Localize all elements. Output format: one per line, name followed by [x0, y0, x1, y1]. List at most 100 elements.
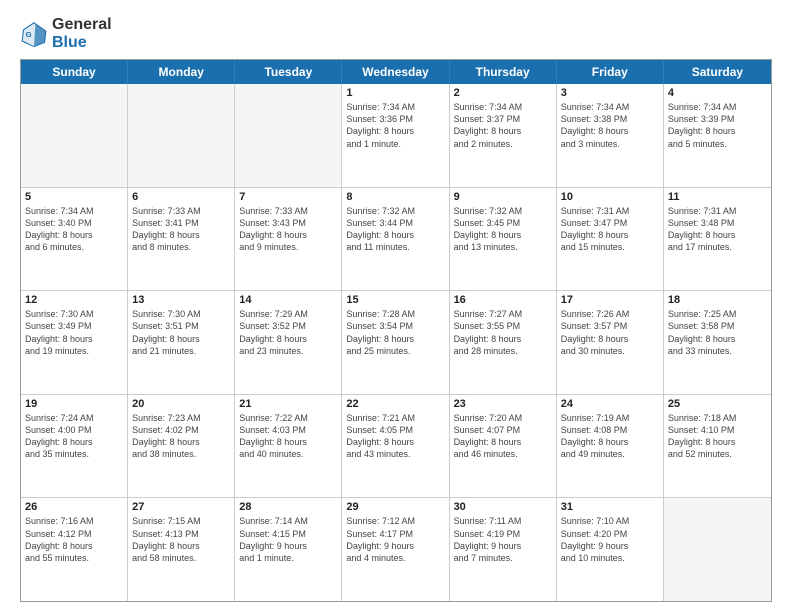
- day-number: 12: [25, 294, 123, 306]
- week-row-1: 1 Sunrise: 7:34 AM Sunset: 3:36 PM Daylig…: [21, 84, 771, 188]
- day-cell-15: 15 Sunrise: 7:28 AM Sunset: 3:54 PM Dayli…: [342, 291, 449, 394]
- day-info: Sunrise: 7:12 AM Sunset: 4:17 PM Dayligh…: [346, 515, 444, 564]
- day-info: Sunrise: 7:31 AM Sunset: 3:48 PM Dayligh…: [668, 205, 767, 254]
- calendar-body: 1 Sunrise: 7:34 AM Sunset: 3:36 PM Daylig…: [21, 84, 771, 601]
- day-number: 4: [668, 87, 767, 99]
- week-row-2: 5 Sunrise: 7:34 AM Sunset: 3:40 PM Daylig…: [21, 188, 771, 292]
- day-info: Sunrise: 7:29 AM Sunset: 3:52 PM Dayligh…: [239, 308, 337, 357]
- day-info: Sunrise: 7:28 AM Sunset: 3:54 PM Dayligh…: [346, 308, 444, 357]
- day-cell-31: 31 Sunrise: 7:10 AM Sunset: 4:20 PM Dayli…: [557, 498, 664, 601]
- header-day-thursday: Thursday: [450, 60, 557, 84]
- day-info: Sunrise: 7:16 AM Sunset: 4:12 PM Dayligh…: [25, 515, 123, 564]
- day-cell-3: 3 Sunrise: 7:34 AM Sunset: 3:38 PM Daylig…: [557, 84, 664, 187]
- week-row-3: 12 Sunrise: 7:30 AM Sunset: 3:49 PM Dayli…: [21, 291, 771, 395]
- empty-cell: [235, 84, 342, 187]
- day-cell-26: 26Sunrise: 7:16 AM Sunset: 4:12 PM Dayli…: [21, 498, 128, 601]
- empty-cell: [664, 498, 771, 601]
- day-info: Sunrise: 7:34 AM Sunset: 3:39 PM Dayligh…: [668, 101, 767, 150]
- day-cell-8: 8 Sunrise: 7:32 AM Sunset: 3:44 PM Daylig…: [342, 188, 449, 291]
- day-info: Sunrise: 7:32 AM Sunset: 3:44 PM Dayligh…: [346, 205, 444, 254]
- day-number: 21: [239, 398, 337, 410]
- day-number: 14: [239, 294, 337, 306]
- day-number: 13: [132, 294, 230, 306]
- day-number: 19: [25, 398, 123, 410]
- day-cell-22: 22 Sunrise: 7:21 AM Sunset: 4:05 PM Dayli…: [342, 395, 449, 498]
- day-number: 2: [454, 87, 552, 99]
- header-day-sunday: Sunday: [21, 60, 128, 84]
- day-cell-20: 20Sunrise: 7:23 AM Sunset: 4:02 PM Dayli…: [128, 395, 235, 498]
- day-info: Sunrise: 7:24 AM Sunset: 4:00 PM Dayligh…: [25, 412, 123, 461]
- day-number: 29: [346, 501, 444, 513]
- day-cell-23: 23Sunrise: 7:20 AM Sunset: 4:07 PM Dayli…: [450, 395, 557, 498]
- day-info: Sunrise: 7:21 AM Sunset: 4:05 PM Dayligh…: [346, 412, 444, 461]
- day-cell-29: 29 Sunrise: 7:12 AM Sunset: 4:17 PM Dayli…: [342, 498, 449, 601]
- day-cell-14: 14 Sunrise: 7:29 AM Sunset: 3:52 PM Dayli…: [235, 291, 342, 394]
- header-day-monday: Monday: [128, 60, 235, 84]
- day-cell-21: 21 Sunrise: 7:22 AM Sunset: 4:03 PM Dayli…: [235, 395, 342, 498]
- day-cell-27: 27Sunrise: 7:15 AM Sunset: 4:13 PM Dayli…: [128, 498, 235, 601]
- day-number: 17: [561, 294, 659, 306]
- day-info: Sunrise: 7:19 AM Sunset: 4:08 PM Dayligh…: [561, 412, 659, 461]
- day-info: Sunrise: 7:30 AM Sunset: 3:49 PM Dayligh…: [25, 308, 123, 357]
- day-cell-10: 10Sunrise: 7:31 AM Sunset: 3:47 PM Dayli…: [557, 188, 664, 291]
- day-number: 11: [668, 191, 767, 203]
- week-row-4: 19 Sunrise: 7:24 AM Sunset: 4:00 PM Dayli…: [21, 395, 771, 499]
- day-number: 28: [239, 501, 337, 513]
- day-number: 24: [561, 398, 659, 410]
- logo-icon: G: [20, 20, 48, 48]
- day-info: Sunrise: 7:15 AM Sunset: 4:13 PM Dayligh…: [132, 515, 230, 564]
- day-info: Sunrise: 7:25 AM Sunset: 3:58 PM Dayligh…: [668, 308, 767, 357]
- day-info: Sunrise: 7:11 AM Sunset: 4:19 PM Dayligh…: [454, 515, 552, 564]
- day-cell-16: 16Sunrise: 7:27 AM Sunset: 3:55 PM Dayli…: [450, 291, 557, 394]
- day-info: Sunrise: 7:14 AM Sunset: 4:15 PM Dayligh…: [239, 515, 337, 564]
- empty-cell: [21, 84, 128, 187]
- day-info: Sunrise: 7:22 AM Sunset: 4:03 PM Dayligh…: [239, 412, 337, 461]
- day-number: 5: [25, 191, 123, 203]
- day-info: Sunrise: 7:34 AM Sunset: 3:36 PM Dayligh…: [346, 101, 444, 150]
- day-info: Sunrise: 7:34 AM Sunset: 3:40 PM Dayligh…: [25, 205, 123, 254]
- day-number: 30: [454, 501, 552, 513]
- day-info: Sunrise: 7:30 AM Sunset: 3:51 PM Dayligh…: [132, 308, 230, 357]
- day-number: 9: [454, 191, 552, 203]
- header-day-saturday: Saturday: [664, 60, 771, 84]
- logo: G General Blue: [20, 16, 112, 51]
- day-info: Sunrise: 7:27 AM Sunset: 3:55 PM Dayligh…: [454, 308, 552, 357]
- calendar-header: SundayMondayTuesdayWednesdayThursdayFrid…: [21, 60, 771, 84]
- day-cell-13: 13 Sunrise: 7:30 AM Sunset: 3:51 PM Dayli…: [128, 291, 235, 394]
- header: G General Blue: [20, 16, 772, 51]
- day-cell-12: 12 Sunrise: 7:30 AM Sunset: 3:49 PM Dayli…: [21, 291, 128, 394]
- calendar: SundayMondayTuesdayWednesdayThursdayFrid…: [20, 59, 772, 602]
- day-number: 3: [561, 87, 659, 99]
- empty-cell: [128, 84, 235, 187]
- day-info: Sunrise: 7:10 AM Sunset: 4:20 PM Dayligh…: [561, 515, 659, 564]
- day-cell-1: 1 Sunrise: 7:34 AM Sunset: 3:36 PM Daylig…: [342, 84, 449, 187]
- day-cell-4: 4 Sunrise: 7:34 AM Sunset: 3:39 PM Daylig…: [664, 84, 771, 187]
- day-info: Sunrise: 7:20 AM Sunset: 4:07 PM Dayligh…: [454, 412, 552, 461]
- page: G General Blue SundayMondayTuesdayWednes…: [0, 0, 792, 612]
- day-cell-6: 6Sunrise: 7:33 AM Sunset: 3:41 PM Daylig…: [128, 188, 235, 291]
- day-number: 8: [346, 191, 444, 203]
- day-info: Sunrise: 7:33 AM Sunset: 3:43 PM Dayligh…: [239, 205, 337, 254]
- day-number: 20: [132, 398, 230, 410]
- day-number: 18: [668, 294, 767, 306]
- day-info: Sunrise: 7:26 AM Sunset: 3:57 PM Dayligh…: [561, 308, 659, 357]
- day-info: Sunrise: 7:34 AM Sunset: 3:37 PM Dayligh…: [454, 101, 552, 150]
- header-day-wednesday: Wednesday: [342, 60, 449, 84]
- day-cell-2: 2 Sunrise: 7:34 AM Sunset: 3:37 PM Daylig…: [450, 84, 557, 187]
- day-number: 22: [346, 398, 444, 410]
- day-cell-18: 18 Sunrise: 7:25 AM Sunset: 3:58 PM Dayli…: [664, 291, 771, 394]
- day-number: 1: [346, 87, 444, 99]
- day-number: 25: [668, 398, 767, 410]
- day-info: Sunrise: 7:33 AM Sunset: 3:41 PM Dayligh…: [132, 205, 230, 254]
- day-cell-7: 7Sunrise: 7:33 AM Sunset: 3:43 PM Daylig…: [235, 188, 342, 291]
- day-cell-5: 5 Sunrise: 7:34 AM Sunset: 3:40 PM Daylig…: [21, 188, 128, 291]
- header-day-tuesday: Tuesday: [235, 60, 342, 84]
- day-cell-30: 30 Sunrise: 7:11 AM Sunset: 4:19 PM Dayli…: [450, 498, 557, 601]
- header-day-friday: Friday: [557, 60, 664, 84]
- day-number: 31: [561, 501, 659, 513]
- day-cell-28: 28 Sunrise: 7:14 AM Sunset: 4:15 PM Dayli…: [235, 498, 342, 601]
- day-info: Sunrise: 7:31 AM Sunset: 3:47 PM Dayligh…: [561, 205, 659, 254]
- day-cell-25: 25Sunrise: 7:18 AM Sunset: 4:10 PM Dayli…: [664, 395, 771, 498]
- day-number: 15: [346, 294, 444, 306]
- day-info: Sunrise: 7:34 AM Sunset: 3:38 PM Dayligh…: [561, 101, 659, 150]
